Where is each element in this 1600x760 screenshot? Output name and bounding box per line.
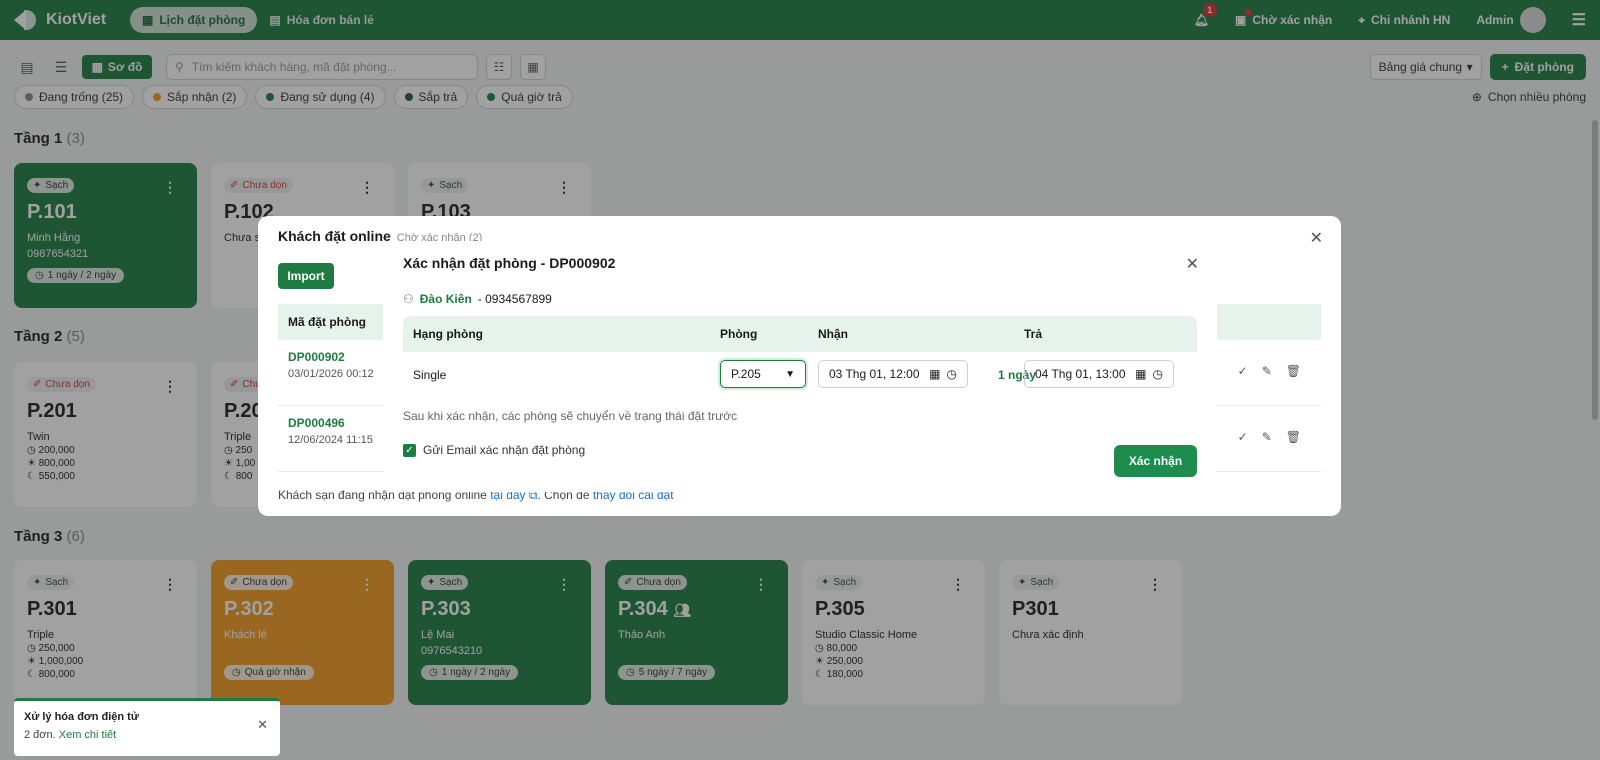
trash-icon[interactable]: 🗑︎ bbox=[1286, 430, 1301, 444]
guest-info: ⚇ Đào Kiên - 0934567899 bbox=[403, 292, 552, 306]
column-header-room-type: Hạng phòng bbox=[413, 327, 483, 341]
checkin-value: 03 Thg 01, 12:00 bbox=[829, 367, 920, 381]
calendar-icon[interactable]: ▦ bbox=[929, 367, 940, 381]
room-select[interactable]: P.205 ▼ bbox=[720, 360, 806, 388]
import-button[interactable]: Import bbox=[278, 263, 334, 289]
edit-icon[interactable]: ✎ bbox=[1262, 430, 1272, 444]
close-icon[interactable]: ✕ bbox=[1186, 254, 1199, 274]
close-icon[interactable]: ✕ bbox=[257, 717, 268, 733]
einvoice-toast: Xử lý hóa đơn điện tử 2 đơn. Xem chi tiế… bbox=[14, 698, 280, 756]
check-icon[interactable]: ✓ bbox=[1238, 430, 1248, 444]
check-icon[interactable]: ✓ bbox=[1238, 364, 1248, 378]
toast-body: 2 đơn. Xem chi tiết bbox=[24, 729, 270, 741]
view-details-link[interactable]: Xem chi tiết bbox=[59, 729, 116, 741]
table-row: Single P.205 ▼ 03 Thg 01, 12:00 ▦ ◷ 1 ng… bbox=[403, 352, 1197, 398]
row-actions: ✓ ✎ 🗑︎ bbox=[1238, 364, 1301, 378]
column-header: Mã đặt phòng bbox=[288, 315, 366, 329]
send-email-checkbox[interactable]: ✓ Gửi Email xác nhận đặt phòng bbox=[403, 443, 585, 457]
calendar-icon[interactable]: ▦ bbox=[1135, 367, 1146, 381]
guest-phone: - 0934567899 bbox=[477, 292, 552, 306]
clock-icon[interactable]: ◷ bbox=[947, 367, 957, 381]
booking-table-header: Hạng phòng Phòng Nhận Trả bbox=[403, 316, 1197, 352]
trash-icon[interactable]: 🗑︎ bbox=[1286, 364, 1301, 378]
confirm-booking-modal: Xác nhận đặt phòng - DP000902 ✕ ⚇ Đào Ki… bbox=[383, 241, 1217, 492]
guest-name: Đào Kiên bbox=[419, 292, 472, 306]
checkout-datetime-input[interactable]: 04 Thg 01, 13:00 ▦ ◷ bbox=[1024, 360, 1174, 388]
panel-title-text: Khách đặt online bbox=[278, 228, 391, 244]
confirm-button[interactable]: Xác nhận bbox=[1114, 445, 1197, 477]
room-value: P.205 bbox=[731, 367, 761, 381]
clock-icon[interactable]: ◷ bbox=[1153, 367, 1163, 381]
checkbox-checked-icon[interactable]: ✓ bbox=[403, 443, 416, 457]
user-icon: ⚇ bbox=[403, 292, 414, 306]
toast-text: 2 đơn. bbox=[24, 729, 59, 741]
room-type: Single bbox=[413, 368, 447, 382]
row-actions: ✓ ✎ 🗑︎ bbox=[1238, 430, 1301, 444]
toast-title: Xử lý hóa đơn điện tử bbox=[24, 711, 139, 723]
confirmation-note: Sau khi xác nhận, các phòng sẽ chuyển về… bbox=[403, 409, 738, 423]
checkout-value: 04 Thg 01, 13:00 bbox=[1035, 367, 1126, 381]
send-email-label: Gửi Email xác nhận đặt phòng bbox=[423, 443, 586, 457]
column-header-checkin: Nhận bbox=[818, 327, 848, 341]
checkin-datetime-input[interactable]: 03 Thg 01, 12:00 ▦ ◷ bbox=[818, 360, 968, 388]
edit-icon[interactable]: ✎ bbox=[1262, 364, 1272, 378]
column-header-room: Phòng bbox=[720, 327, 758, 341]
modal-title: Xác nhận đặt phòng - DP000902 bbox=[403, 255, 616, 271]
column-header-checkout: Trả bbox=[1024, 327, 1043, 341]
close-icon[interactable]: ✕ bbox=[1310, 228, 1323, 248]
caret-down-icon: ▼ bbox=[785, 368, 795, 380]
